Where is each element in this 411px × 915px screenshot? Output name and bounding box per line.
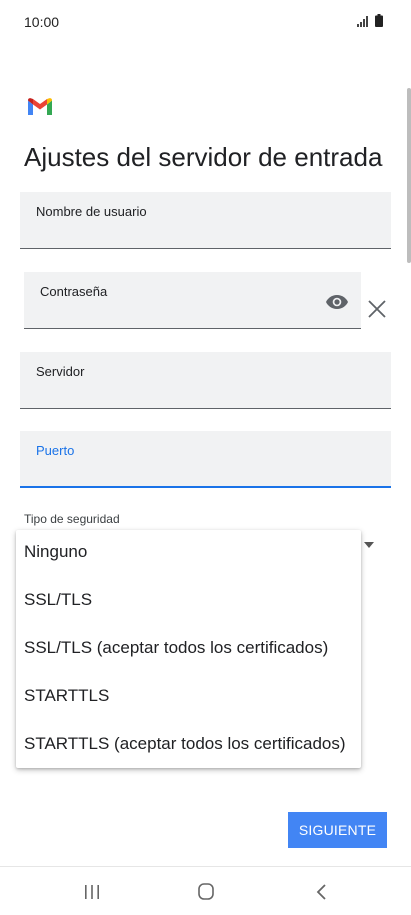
- status-bar: 10:00: [0, 0, 411, 44]
- page-title: Ajustes del servidor de entrada: [24, 142, 383, 172]
- navigation-bar: [0, 866, 411, 915]
- server-label: Servidor: [36, 364, 85, 379]
- scroll-indicator[interactable]: [407, 88, 411, 263]
- recent-apps-icon[interactable]: [80, 881, 104, 903]
- status-icons: [357, 14, 383, 27]
- close-icon[interactable]: [366, 298, 388, 320]
- security-type-label: Tipo de seguridad: [24, 512, 120, 526]
- username-label: Nombre de usuario: [36, 204, 147, 219]
- port-field[interactable]: Puerto: [20, 431, 391, 488]
- signal-icon: [357, 16, 368, 27]
- chevron-down-icon[interactable]: [364, 542, 374, 548]
- next-button[interactable]: SIGUIENTE: [288, 812, 387, 848]
- home-icon[interactable]: [194, 881, 218, 903]
- server-field[interactable]: Servidor: [20, 352, 391, 409]
- password-label: Contraseña: [40, 284, 108, 299]
- eye-icon[interactable]: [325, 290, 349, 314]
- back-icon[interactable]: [310, 881, 334, 903]
- menu-item-starttls[interactable]: STARTTLS: [24, 686, 109, 706]
- security-type-menu: Ninguno SSL/TLS SSL/TLS (aceptar todos l…: [16, 530, 361, 768]
- username-field[interactable]: Nombre de usuario: [20, 192, 391, 249]
- menu-item-ninguno[interactable]: Ninguno: [24, 542, 87, 562]
- port-label: Puerto: [36, 443, 75, 458]
- status-time: 10:00: [24, 14, 60, 30]
- menu-item-ssl-tls[interactable]: SSL/TLS: [24, 590, 92, 610]
- password-field[interactable]: Contraseña: [24, 272, 361, 329]
- gmail-logo: [28, 98, 52, 115]
- menu-item-starttls-accept-all[interactable]: STARTTLS (aceptar todos los certificados…: [24, 734, 346, 754]
- menu-item-ssl-tls-accept-all[interactable]: SSL/TLS (aceptar todos los certificados): [24, 638, 328, 658]
- battery-icon: [375, 14, 383, 27]
